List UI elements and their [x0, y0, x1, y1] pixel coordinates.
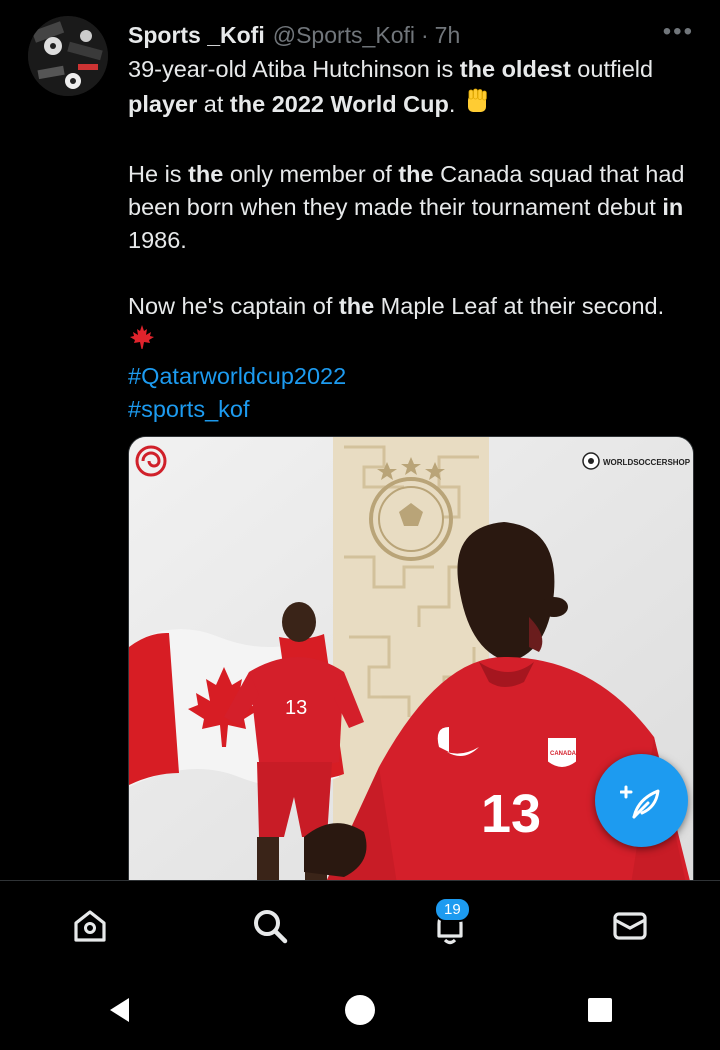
system-recents-button[interactable] [480, 970, 720, 1050]
display-name[interactable]: Sports _Kofi [128, 22, 265, 49]
young-jersey-number: 13 [285, 697, 307, 719]
mail-icon [613, 912, 647, 940]
brand-label: WORLDSOCCERSHOP [603, 458, 691, 467]
tweet-paragraph-1: 39-year-old Atiba Hutchinson is the olde… [128, 53, 693, 125]
compose-tweet-button[interactable] [595, 754, 688, 847]
nav-search[interactable] [180, 881, 360, 971]
main-jersey-number: 13 [481, 784, 541, 844]
user-handle[interactable]: @Sports_Kofi [273, 22, 415, 49]
nav-messages[interactable] [540, 881, 720, 971]
system-back-button[interactable] [0, 970, 240, 1050]
separator: · [420, 21, 429, 48]
avatar[interactable] [28, 16, 108, 96]
hashtag-link[interactable]: #Qatarworldcup2022 [128, 360, 693, 393]
recents-square-icon [588, 998, 612, 1022]
home-circle-icon [345, 995, 375, 1025]
hashtag-link[interactable]: #sports_kof [128, 393, 693, 426]
tweet-header: Sports _Kofi @Sports_Kofi · 7h ••• [128, 18, 700, 52]
system-navigation-bar [0, 970, 720, 1050]
tweet-text: 39-year-old Atiba Hutchinson is the olde… [128, 53, 693, 426]
timestamp[interactable]: 7h [435, 22, 461, 49]
canada-crest-label: CANADA [550, 751, 577, 757]
compose-feather-icon [619, 785, 659, 818]
notification-count-badge: 19 [434, 897, 471, 922]
tweet-paragraph-3: Now he's captain of the Maple Leaf at th… [128, 290, 693, 360]
nav-notifications[interactable]: 19 [360, 881, 540, 971]
nav-home[interactable] [0, 881, 180, 971]
raised-fist-emoji-icon [462, 86, 492, 125]
home-icon [74, 910, 106, 942]
more-options-icon[interactable]: ••• [663, 18, 694, 46]
back-triangle-icon [110, 998, 129, 1022]
bottom-navigation: 19 [0, 880, 720, 971]
search-icon [254, 910, 288, 944]
system-home-button[interactable] [240, 970, 480, 1050]
tweet-paragraph-2: He is the only member of the Canada squa… [128, 161, 685, 253]
maple-leaf-emoji-icon [128, 323, 156, 360]
avatar-image [28, 16, 108, 96]
